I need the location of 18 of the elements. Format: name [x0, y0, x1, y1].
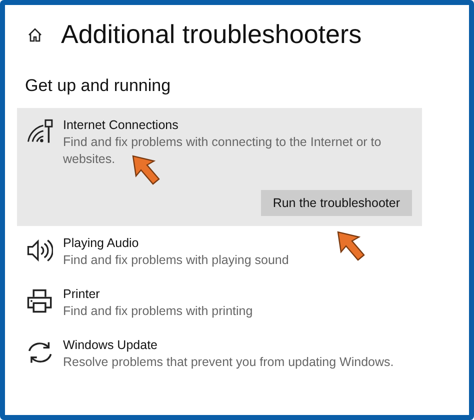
page-title: Additional troubleshooters — [61, 19, 362, 50]
wifi-icon — [25, 118, 53, 146]
run-button[interactable]: Run the troubleshooter — [260, 190, 412, 216]
troubleshooter-item[interactable]: Internet Connections Find and fix problems with connecting to the Internet or to websites. Run the troubleshooter — [17, 108, 422, 226]
printer-icon — [25, 286, 53, 315]
troubleshooter-item[interactable]: Printer Find and fix problems with printing — [17, 276, 422, 328]
item-description: Resolve problems that prevent you from updating Windows. — [63, 354, 395, 370]
item-title: Playing Audio — [63, 236, 140, 250]
item-title: Internet Connections — [63, 118, 180, 132]
home-icon[interactable] — [27, 26, 43, 42]
item-description: Find and fix problems with printing — [63, 302, 254, 320]
item-description: Find and fix problems with playing sound — [63, 252, 290, 269]
troubleshooter-item[interactable]: Windows Update Resolve problems that prevent you from updating Windows. — [17, 328, 422, 378]
section-heading: Get up and running — [25, 76, 172, 96]
troubleshooter-item[interactable]: Playing Audio Find and fix problems with playing sound — [17, 226, 422, 277]
item-title: Printer — [63, 286, 101, 301]
item-description: Find and fix problems with connecting to the Internet or to websites. — [63, 134, 382, 168]
item-title: Windows Update — [63, 338, 158, 352]
